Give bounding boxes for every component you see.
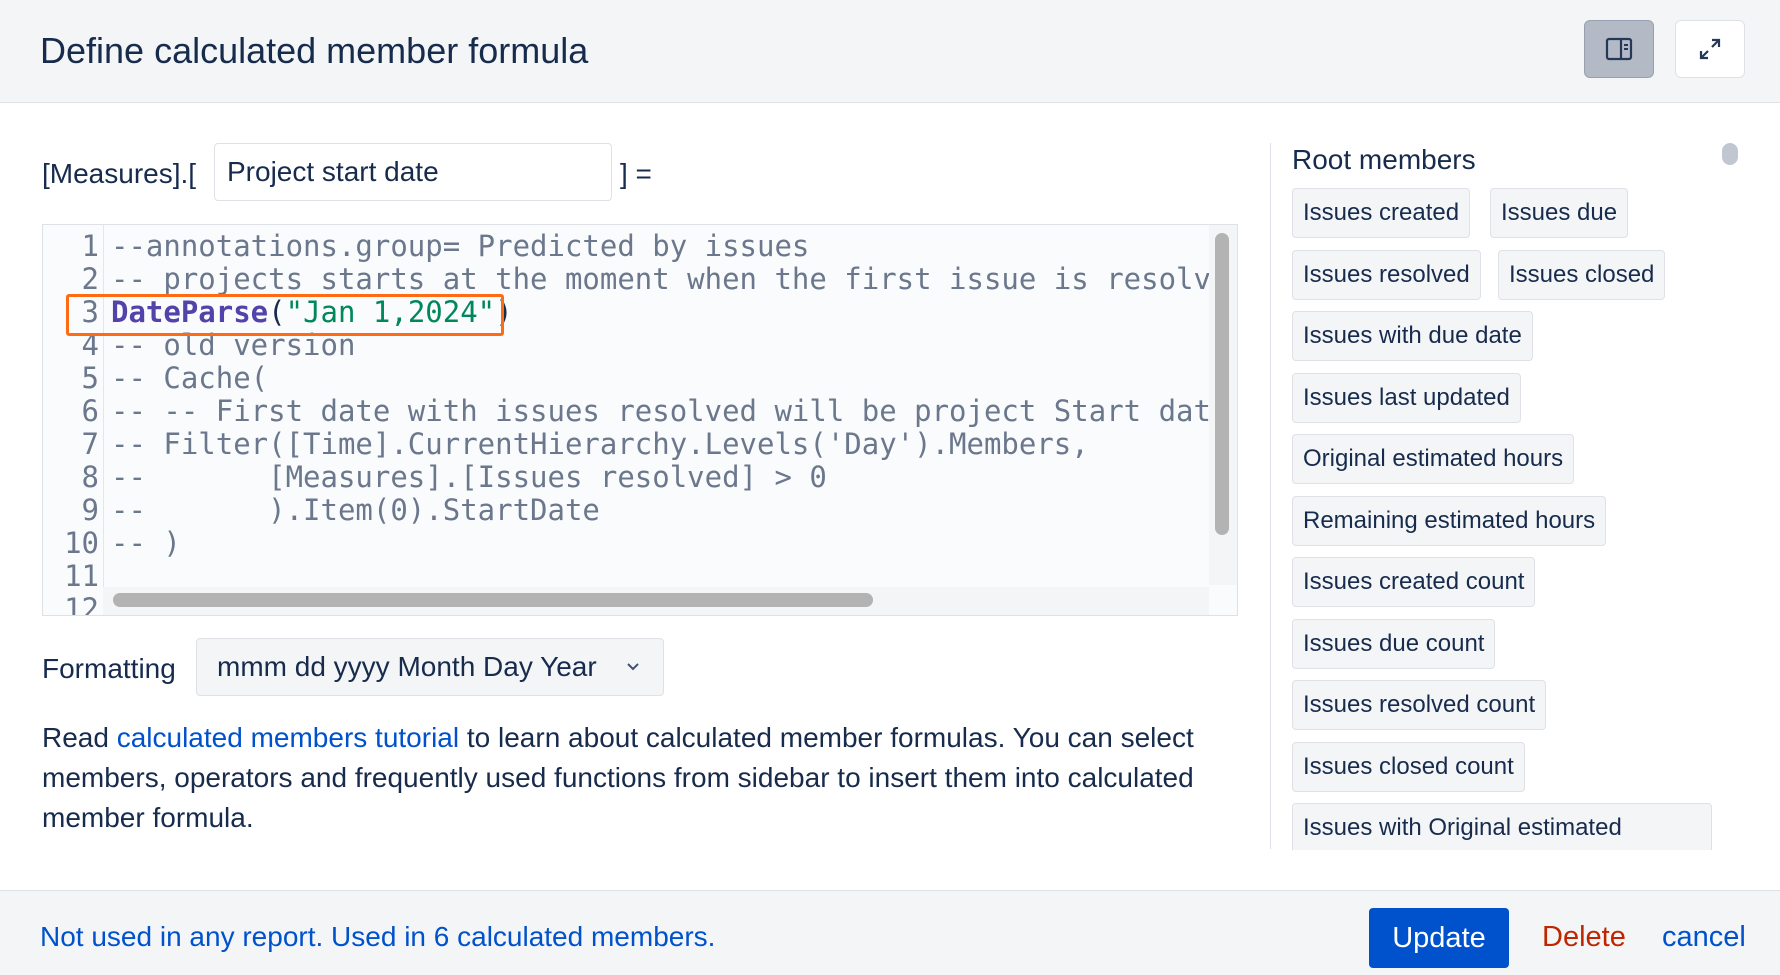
member-chip[interactable]: Issues closed	[1498, 250, 1666, 300]
line-number: 1	[81, 229, 99, 263]
member-chip[interactable]: Remaining estimated hours	[1292, 496, 1607, 546]
expand-dialog-button[interactable]	[1675, 20, 1745, 78]
member-chip[interactable]: Issues due	[1490, 188, 1629, 238]
dialog-header: Define calculated member formula	[0, 0, 1780, 103]
cancel-link[interactable]: cancel	[1662, 921, 1746, 954]
line-number: 7	[81, 427, 99, 461]
dialog-title: Define calculated member formula	[40, 30, 589, 71]
member-chip[interactable]: Original estimated hours	[1292, 434, 1575, 484]
code-line: -- Filter([Time].CurrentHierarchy.Levels…	[111, 427, 1089, 461]
toggle-sidebar-button[interactable]	[1584, 20, 1654, 78]
code-line: -- [Measures].[Issues resolved] > 0	[111, 460, 827, 494]
sidebar-scrollbar-thumb[interactable]	[1722, 143, 1738, 165]
line-number: 11	[64, 559, 99, 593]
sidebar-panel-icon	[1605, 37, 1633, 61]
member-chip[interactable]: Issues closed count	[1292, 742, 1525, 792]
member-chip[interactable]: Issues with due date	[1292, 311, 1533, 361]
measure-name-input[interactable]: Project start date	[214, 143, 612, 201]
line-number: 12	[64, 592, 99, 616]
member-chip[interactable]: Issues due count	[1292, 619, 1496, 669]
line-number: 6	[81, 394, 99, 428]
code-line: -- -- First date with issues resolved wi…	[111, 394, 1229, 428]
usage-info-link[interactable]: Not used in any report. Used in 6 calcul…	[40, 921, 715, 953]
line-number: 10	[64, 526, 99, 560]
tutorial-link[interactable]: calculated members tutorial	[117, 722, 459, 753]
formatting-select[interactable]: mmm dd yyyy Month Day Year	[196, 638, 664, 696]
code-line: -- )	[111, 526, 181, 560]
code-line: -- projects starts at the moment when th…	[111, 262, 1238, 296]
calculated-member-dialog: Define calculated member formula [Measur…	[0, 0, 1780, 975]
member-chip[interactable]: Issues created	[1292, 188, 1471, 238]
editor-vertical-scroll-thumb[interactable]	[1215, 233, 1229, 535]
sidebar-divider	[1270, 143, 1271, 849]
measure-suffix-label: ] =	[620, 158, 652, 189]
line-number: 5	[81, 361, 99, 395]
code-line: --annotations.group= Predicted by issues	[111, 229, 810, 263]
member-chip[interactable]: Issues resolved count	[1292, 680, 1547, 730]
formatting-selected-value: mmm dd yyyy Month Day Year	[217, 651, 597, 682]
chevron-down-icon	[625, 639, 641, 716]
delete-link[interactable]: Delete	[1542, 921, 1626, 954]
root-members-sidebar: Root members Issues created Issues due I…	[1292, 140, 1712, 850]
member-chip[interactable]: Issues resolved	[1292, 250, 1481, 300]
code-line: -- ).Item(0).StartDate	[111, 493, 600, 527]
line-number: 2	[81, 262, 99, 296]
formula-editor[interactable]: 1 2 3 4 5 6 7 8 9 10 11 12 --annotations…	[42, 224, 1238, 616]
help-prefix: Read	[42, 722, 117, 753]
dialog-footer: Not used in any report. Used in 6 calcul…	[0, 890, 1780, 975]
highlight-annotation-box	[66, 294, 504, 336]
editor-horizontal-scroll-thumb[interactable]	[113, 593, 873, 607]
member-chip[interactable]: Issues last updated	[1292, 373, 1521, 423]
formatting-label: Formatting	[42, 653, 176, 684]
help-text: Read calculated members tutorial to lear…	[42, 718, 1222, 838]
member-chip[interactable]: Issues created count	[1292, 557, 1536, 607]
line-number: 9	[81, 493, 99, 527]
code-line: -- Cache(	[111, 361, 269, 395]
sidebar-title: Root members	[1292, 144, 1476, 175]
line-number: 8	[81, 460, 99, 494]
update-button[interactable]: Update	[1369, 908, 1509, 968]
expand-arrows-icon	[1695, 34, 1725, 64]
measure-prefix-label: [Measures].[	[42, 158, 197, 189]
member-chip[interactable]: Issues with Original estimated	[1292, 803, 1712, 850]
